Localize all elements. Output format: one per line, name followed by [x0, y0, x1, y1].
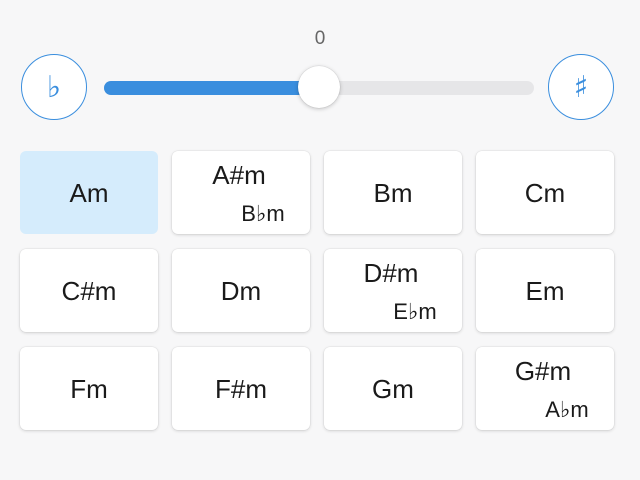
chord-label: Dm — [220, 276, 262, 306]
chord-button[interactable]: A#m B♭m — [172, 151, 310, 234]
chord-label: Gm — [372, 374, 414, 404]
chord-button[interactable]: Cm — [476, 151, 614, 234]
chord-button[interactable]: C#m — [20, 249, 158, 332]
chord-grid: Am A#m B♭m Bm Cm C#m Dm D#m E♭m Em Fm F#m Gm G#m A♭m — [20, 151, 614, 430]
chord-label: G#m — [514, 356, 572, 386]
chord-label: A#m — [212, 160, 266, 190]
chord-alt-label: A♭m — [545, 397, 589, 422]
chord-button[interactable]: Gm — [324, 347, 462, 430]
slider-thumb[interactable] — [298, 66, 340, 108]
chord-button[interactable]: G#m A♭m — [476, 347, 614, 430]
flat-button[interactable]: ♭ — [21, 54, 87, 120]
slider-fill — [104, 81, 319, 95]
flat-icon: ♭ — [46, 69, 62, 105]
chord-button[interactable]: Dm — [172, 249, 310, 332]
chord-button[interactable]: F#m — [172, 347, 310, 430]
chord-label: Em — [525, 276, 565, 306]
chord-label: Cm — [524, 178, 566, 208]
chord-button[interactable]: D#m E♭m — [324, 249, 462, 332]
chord-button[interactable]: Fm — [20, 347, 158, 430]
chord-button[interactable]: Em — [476, 249, 614, 332]
chord-alt-label: E♭m — [393, 299, 437, 324]
chord-button[interactable]: Am — [20, 151, 158, 234]
sharp-button[interactable]: ♯ — [548, 54, 614, 120]
sharp-icon: ♯ — [573, 69, 589, 105]
chord-label: C#m — [61, 276, 117, 306]
chord-label: F#m — [215, 374, 267, 404]
chord-button[interactable]: Bm — [324, 151, 462, 234]
chord-label: D#m — [363, 258, 419, 288]
chord-label: Bm — [373, 178, 413, 208]
chord-label: Fm — [70, 374, 108, 404]
transpose-value: 0 — [314, 28, 326, 49]
chord-alt-label: B♭m — [241, 201, 285, 226]
chord-label: Am — [69, 178, 109, 208]
